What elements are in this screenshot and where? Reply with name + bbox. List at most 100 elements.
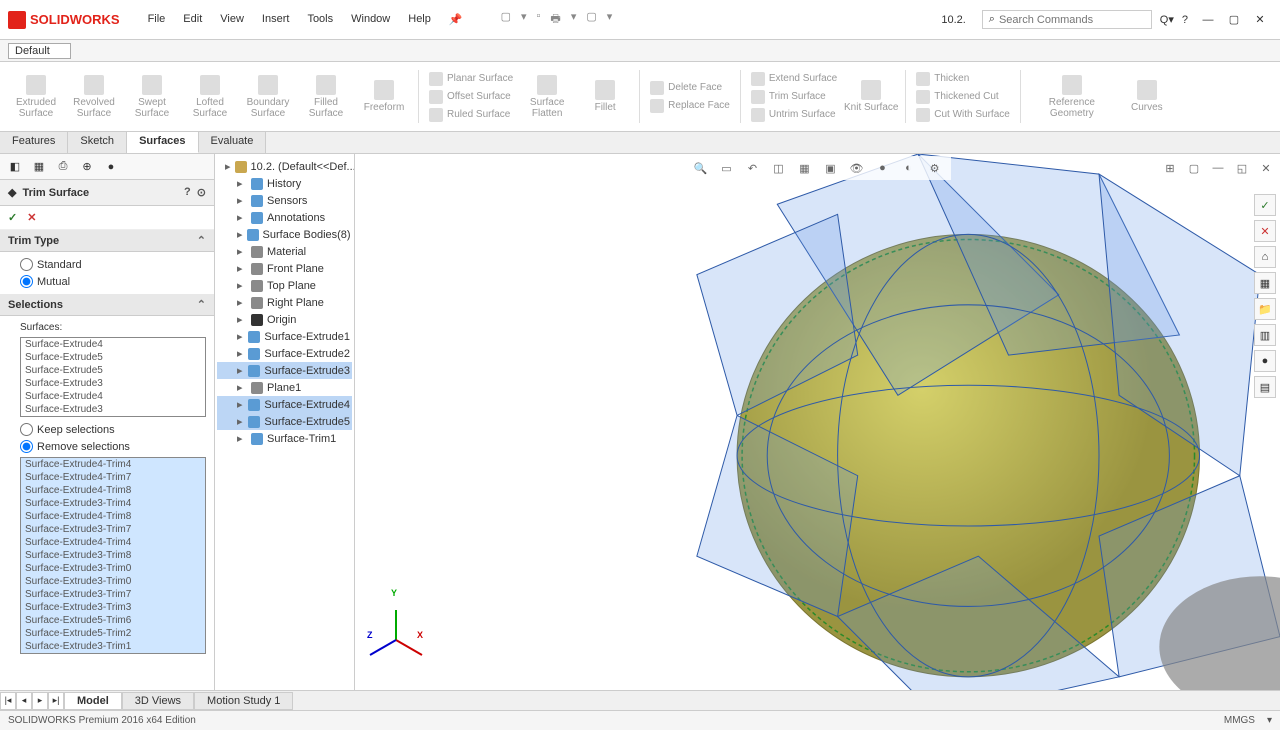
trim-type-header[interactable]: Trim Type⌃ bbox=[0, 230, 214, 252]
tree-item[interactable]: ▸Right Plane bbox=[217, 294, 352, 311]
help-icon[interactable]: ? bbox=[1182, 14, 1188, 26]
feature-tree-tab-icon[interactable]: ◧ bbox=[4, 157, 26, 177]
appearances-icon[interactable]: ● bbox=[1254, 350, 1276, 372]
list-item[interactable]: Surface-Extrude3-Trim1 bbox=[21, 640, 205, 653]
edit-appearance-icon[interactable]: ● bbox=[873, 158, 893, 178]
replace-face-button[interactable]: Replace Face bbox=[646, 98, 734, 114]
open-icon[interactable]: ▾ bbox=[521, 10, 527, 29]
save-icon[interactable]: ▫ bbox=[537, 10, 541, 29]
list-item[interactable]: Surface-Extrude5 bbox=[21, 364, 205, 377]
config-tab-icon[interactable]: ⎙ bbox=[52, 157, 74, 177]
menu-tools[interactable]: Tools bbox=[299, 9, 341, 30]
tree-item[interactable]: ▸Top Plane bbox=[217, 277, 352, 294]
list-item[interactable]: Surface-Extrude5 bbox=[21, 351, 205, 364]
cut-with-surface-button[interactable]: Cut With Surface bbox=[912, 107, 1014, 123]
bottom-tab-3dviews[interactable]: 3D Views bbox=[122, 692, 194, 710]
boundary-surface-button[interactable]: Boundary Surface bbox=[240, 66, 296, 127]
view-triad[interactable]: Y X Z bbox=[365, 590, 425, 650]
list-item[interactable]: Surface-Extrude4 bbox=[21, 338, 205, 351]
tab-evaluate[interactable]: Evaluate bbox=[199, 132, 267, 153]
view-orient-icon[interactable]: ▦ bbox=[795, 158, 815, 178]
menu-window[interactable]: Window bbox=[343, 9, 398, 30]
list-item[interactable]: Surface-Extrude3-Trim7 bbox=[21, 523, 205, 536]
vp-maximize-icon[interactable]: ▢ bbox=[1184, 158, 1204, 178]
selections-header[interactable]: Selections⌃ bbox=[0, 294, 214, 316]
tab-nav-prev-icon[interactable]: ◂ bbox=[16, 692, 32, 710]
extruded-surface-button[interactable]: Extruded Surface bbox=[8, 66, 64, 127]
search-commands[interactable]: ⌕ bbox=[982, 10, 1152, 29]
revolved-surface-button[interactable]: Revolved Surface bbox=[66, 66, 122, 127]
menu-file[interactable]: File bbox=[140, 9, 174, 30]
confirm-corner-ok-icon[interactable]: ✓ bbox=[1254, 194, 1276, 216]
mutual-radio[interactable]: Mutual bbox=[20, 273, 206, 290]
list-item[interactable]: Surface-Extrude4-Trim4 bbox=[21, 458, 205, 471]
ruled-surface-button[interactable]: Ruled Surface bbox=[425, 107, 517, 123]
surface-flatten-button[interactable]: Surface Flatten bbox=[519, 66, 575, 127]
settings-icon[interactable]: ▾ bbox=[607, 10, 613, 29]
maximize-icon[interactable]: ▢ bbox=[1222, 10, 1246, 30]
search-dropdown-icon[interactable]: Q▾ bbox=[1160, 13, 1174, 26]
status-dropdown-icon[interactable]: ▾ bbox=[1267, 715, 1272, 726]
freeform-button[interactable]: Freeform bbox=[356, 66, 412, 127]
section-view-icon[interactable]: ◫ bbox=[769, 158, 789, 178]
rebuild-icon[interactable]: ▢ bbox=[586, 10, 596, 29]
surfaces-listbox[interactable]: Surface-Extrude4Surface-Extrude5Surface-… bbox=[20, 337, 206, 417]
delete-face-button[interactable]: Delete Face bbox=[646, 80, 734, 96]
dim-tab-icon[interactable]: ⊕ bbox=[76, 157, 98, 177]
tab-sketch[interactable]: Sketch bbox=[68, 132, 127, 153]
list-item[interactable]: Surface-Extrude4-Trim4 bbox=[21, 536, 205, 549]
trim-surface-button[interactable]: Trim Surface bbox=[747, 89, 841, 105]
tree-item[interactable]: ▸Front Plane bbox=[217, 260, 352, 277]
property-tab-icon[interactable]: ▦ bbox=[28, 157, 50, 177]
hide-show-icon[interactable]: 👁 bbox=[847, 158, 867, 178]
list-item[interactable]: Surface-Extrude3-Trim0 bbox=[21, 575, 205, 588]
tree-root[interactable]: ▸ 10.2. (Default<<Def... bbox=[217, 158, 352, 175]
design-library-icon[interactable]: ▦ bbox=[1254, 272, 1276, 294]
ok-button[interactable]: ✓ bbox=[8, 211, 17, 224]
vp-restore-icon[interactable]: ◱ bbox=[1232, 158, 1252, 178]
minimize-icon[interactable]: — bbox=[1196, 10, 1220, 30]
close-icon[interactable]: ✕ bbox=[1248, 10, 1272, 30]
tab-nav-next-icon[interactable]: ▸ bbox=[32, 692, 48, 710]
search-input[interactable] bbox=[999, 14, 1129, 26]
help-panel-icon[interactable]: ? bbox=[184, 186, 191, 199]
print-icon[interactable]: 🖶 bbox=[550, 10, 560, 29]
display-style-icon[interactable]: ▣ bbox=[821, 158, 841, 178]
menu-edit[interactable]: Edit bbox=[175, 9, 210, 30]
tree-item[interactable]: ▸Surface Bodies(8) bbox=[217, 226, 352, 243]
list-item[interactable]: Surface-Extrude3 bbox=[21, 377, 205, 390]
curves-button[interactable]: Curves bbox=[1119, 66, 1175, 127]
list-item[interactable]: Surface-Extrude3-Trim8 bbox=[21, 549, 205, 562]
untrim-surface-button[interactable]: Untrim Surface bbox=[747, 107, 841, 123]
apply-scene-icon[interactable]: ◐ bbox=[899, 158, 919, 178]
menu-view[interactable]: View bbox=[212, 9, 252, 30]
tree-item[interactable]: ▸Surface-Extrude5 bbox=[217, 413, 352, 430]
list-item[interactable]: Surface-Extrude3-Trim0 bbox=[21, 562, 205, 575]
vp-link-icon[interactable]: ⊞ bbox=[1160, 158, 1180, 178]
viewport[interactable]: 🔍 ▭ ↶ ◫ ▦ ▣ 👁 ● ◐ ⚙ ⊞ ▢ — ◱ ✕ ✓ ✕ ⌂ ▦ 📁 … bbox=[355, 154, 1280, 690]
list-item[interactable]: Surface-Extrude3-Trim3 bbox=[21, 601, 205, 614]
zoom-area-icon[interactable]: ▭ bbox=[717, 158, 737, 178]
view-palette-icon[interactable]: ▥ bbox=[1254, 324, 1276, 346]
zoom-fit-icon[interactable]: 🔍 bbox=[691, 158, 711, 178]
tab-nav-first-icon[interactable]: |◂ bbox=[0, 692, 16, 710]
extend-surface-button[interactable]: Extend Surface bbox=[747, 71, 841, 87]
swept-surface-button[interactable]: Swept Surface bbox=[124, 66, 180, 127]
custom-props-icon[interactable]: ▤ bbox=[1254, 376, 1276, 398]
tree-item[interactable]: ▸Annotations bbox=[217, 209, 352, 226]
pin-panel-icon[interactable]: ⊙ bbox=[197, 186, 206, 199]
view-settings-icon[interactable]: ⚙ bbox=[925, 158, 945, 178]
standard-radio[interactable]: Standard bbox=[20, 256, 206, 273]
reference-geometry-button[interactable]: Reference Geometry bbox=[1027, 66, 1117, 127]
list-item[interactable]: Surface-Extrude3-Trim4 bbox=[21, 497, 205, 510]
fillet-button[interactable]: Fillet bbox=[577, 66, 633, 127]
list-item[interactable]: Surface-Extrude3-Trim7 bbox=[21, 588, 205, 601]
list-item[interactable]: Surface-Extrude5-Trim6 bbox=[21, 614, 205, 627]
knit-surface-button[interactable]: Knit Surface bbox=[843, 66, 899, 127]
tab-nav-last-icon[interactable]: ▸| bbox=[48, 692, 64, 710]
tree-item[interactable]: ▸Origin bbox=[217, 311, 352, 328]
tree-item[interactable]: ▸Material bbox=[217, 243, 352, 260]
tree-item[interactable]: ▸Sensors bbox=[217, 192, 352, 209]
tree-item[interactable]: ▸Plane1 bbox=[217, 379, 352, 396]
list-item[interactable]: Surface-Extrude3 bbox=[21, 403, 205, 416]
